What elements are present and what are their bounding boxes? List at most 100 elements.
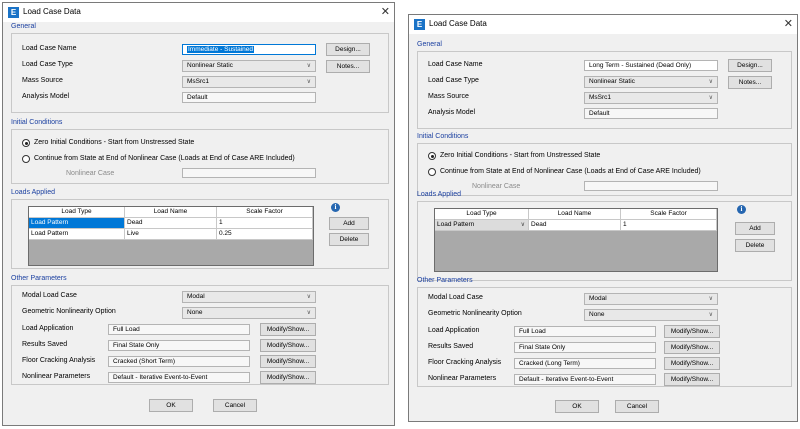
zero-initial-radio[interactable]: [22, 139, 30, 147]
geom-nonlinearity-label: Geometric Nonlinearity Option: [428, 310, 522, 317]
case-name-label: Load Case Name: [428, 61, 483, 68]
nonlinear-parameters-field: Default - Iterative Event-to-Event: [108, 372, 250, 383]
col-load-type-header: Load Type: [29, 207, 125, 218]
modify-nonlinear-parameters-button[interactable]: Modify/Show...: [664, 373, 720, 386]
ok-button[interactable]: OK: [555, 400, 599, 413]
info-icon[interactable]: i: [737, 205, 746, 214]
scale-factor-cell[interactable]: 1: [621, 220, 717, 231]
analysis-model-label: Analysis Model: [428, 109, 476, 116]
design-button[interactable]: Design...: [728, 59, 772, 72]
delete-load-button[interactable]: Delete: [735, 239, 775, 252]
table-row[interactable]: Load Pattern ∨ Dead 1: [435, 220, 717, 231]
modal-case-select[interactable]: Modal ∨: [584, 293, 718, 305]
continue-state-radio[interactable]: [428, 168, 436, 176]
chevron-down-icon: ∨: [306, 79, 311, 85]
modal-case-label: Modal Load Case: [22, 292, 77, 299]
case-name-input[interactable]: Immediate - Sustained: [182, 44, 316, 55]
dialog-title: Load Case Data: [429, 19, 487, 28]
nonlinear-parameters-field: Default - Iterative Event-to-Event: [514, 374, 656, 385]
geom-nonlinearity-label: Geometric Nonlinearity Option: [22, 308, 116, 315]
col-scale-factor-header: Scale Factor: [217, 207, 313, 218]
scale-factor-cell[interactable]: 0.25: [217, 229, 313, 240]
general-group: Load Case Name Immediate - Sustained Des…: [11, 33, 389, 113]
delete-load-button[interactable]: Delete: [329, 233, 369, 246]
load-application-field: Full Load: [108, 324, 250, 335]
notes-button[interactable]: Notes...: [326, 60, 370, 73]
nonlinear-parameters-label: Nonlinear Parameters: [428, 375, 497, 382]
modify-nonlinear-parameters-button[interactable]: Modify/Show...: [260, 371, 316, 384]
load-type-cell[interactable]: Load Pattern: [29, 218, 125, 229]
results-saved-label: Results Saved: [428, 343, 474, 350]
floor-cracking-label: Floor Cracking Analysis: [22, 357, 96, 364]
title-bar: E Load Case Data ✕: [3, 3, 394, 22]
load-type-cell[interactable]: Load Pattern ∨: [435, 220, 529, 231]
ok-button[interactable]: OK: [149, 399, 193, 412]
table-row[interactable]: Load Pattern Live 0.25: [29, 229, 313, 240]
load-name-cell[interactable]: Dead: [529, 220, 621, 231]
close-icon[interactable]: ✕: [381, 5, 390, 18]
loads-applied-group: Load Type Load Name Scale Factor Load Pa…: [11, 199, 389, 269]
continue-state-radio[interactable]: [22, 155, 30, 163]
add-load-button[interactable]: Add: [735, 222, 775, 235]
case-type-select[interactable]: Nonlinear Static ∨: [182, 60, 316, 72]
add-load-button[interactable]: Add: [329, 217, 369, 230]
load-application-label: Load Application: [428, 327, 480, 334]
loads-applied-label: Loads Applied: [11, 189, 55, 196]
continue-state-label: Continue from State at End of Nonlinear …: [34, 155, 295, 162]
load-type-cell[interactable]: Load Pattern: [29, 229, 125, 240]
loads-grid: Load Type Load Name Scale Factor Load Pa…: [434, 208, 718, 272]
analysis-model-label: Analysis Model: [22, 93, 70, 100]
case-name-input[interactable]: Long Term - Sustained (Dead Only): [584, 60, 718, 71]
modify-floor-cracking-button[interactable]: Modify/Show...: [260, 355, 316, 368]
continue-state-label: Continue from State at End of Nonlinear …: [440, 168, 701, 175]
case-type-select[interactable]: Nonlinear Static ∨: [584, 76, 718, 88]
nonlinear-case-select[interactable]: [182, 168, 316, 178]
zero-initial-label: Zero Initial Conditions - Start from Uns…: [440, 152, 601, 159]
other-parameters-group: Modal Load Case Modal ∨ Geometric Nonline…: [11, 285, 389, 385]
design-button[interactable]: Design...: [326, 43, 370, 56]
modal-case-select[interactable]: Modal ∨: [182, 291, 316, 303]
modify-results-saved-button[interactable]: Modify/Show...: [260, 339, 316, 352]
case-name-label: Load Case Name: [22, 45, 77, 52]
modify-results-saved-button[interactable]: Modify/Show...: [664, 341, 720, 354]
chevron-down-icon: ∨: [708, 79, 713, 85]
notes-button[interactable]: Notes...: [728, 76, 772, 89]
initial-conditions-label: Initial Conditions: [417, 133, 469, 140]
geom-nonlinearity-select[interactable]: None ∨: [182, 307, 316, 319]
zero-initial-radio[interactable]: [428, 152, 436, 160]
nonlinear-case-select[interactable]: [584, 181, 718, 191]
close-icon[interactable]: ✕: [784, 17, 793, 30]
grid-header-row: Load Type Load Name Scale Factor: [29, 207, 313, 218]
nonlinear-parameters-label: Nonlinear Parameters: [22, 373, 91, 380]
modify-floor-cracking-button[interactable]: Modify/Show...: [664, 357, 720, 370]
title-bar: E Load Case Data ✕: [409, 15, 797, 34]
load-name-cell[interactable]: Dead: [125, 218, 217, 229]
scale-factor-cell[interactable]: 1: [217, 218, 313, 229]
etabs-app-icon: E: [8, 7, 19, 18]
chevron-down-icon: ∨: [306, 294, 311, 300]
other-parameters-label: Other Parameters: [11, 275, 67, 282]
mass-source-label: Mass Source: [22, 77, 63, 84]
initial-conditions-group: Zero Initial Conditions - Start from Uns…: [417, 143, 792, 196]
load-name-cell[interactable]: Live: [125, 229, 217, 240]
cancel-button[interactable]: Cancel: [213, 399, 257, 412]
general-group-label: General: [11, 23, 36, 30]
modify-load-application-button[interactable]: Modify/Show...: [260, 323, 316, 336]
results-saved-field: Final State Only: [108, 340, 250, 351]
analysis-model-field: Default: [182, 92, 316, 103]
geom-nonlinearity-select[interactable]: None ∨: [584, 309, 718, 321]
results-saved-field: Final State Only: [514, 342, 656, 353]
table-row[interactable]: Load Pattern Dead 1: [29, 218, 313, 229]
grid-header-row: Load Type Load Name Scale Factor: [435, 209, 717, 220]
mass-source-select[interactable]: MsSrc1 ∨: [584, 92, 718, 104]
results-saved-label: Results Saved: [22, 341, 68, 348]
info-icon[interactable]: i: [331, 203, 340, 212]
case-type-label: Load Case Type: [428, 77, 479, 84]
chevron-down-icon: ∨: [520, 222, 525, 228]
col-scale-factor-header: Scale Factor: [621, 209, 717, 220]
modify-load-application-button[interactable]: Modify/Show...: [664, 325, 720, 338]
mass-source-select[interactable]: MsSrc1 ∨: [182, 76, 316, 88]
mass-source-label: Mass Source: [428, 93, 469, 100]
cancel-button[interactable]: Cancel: [615, 400, 659, 413]
chevron-down-icon: ∨: [708, 296, 713, 302]
